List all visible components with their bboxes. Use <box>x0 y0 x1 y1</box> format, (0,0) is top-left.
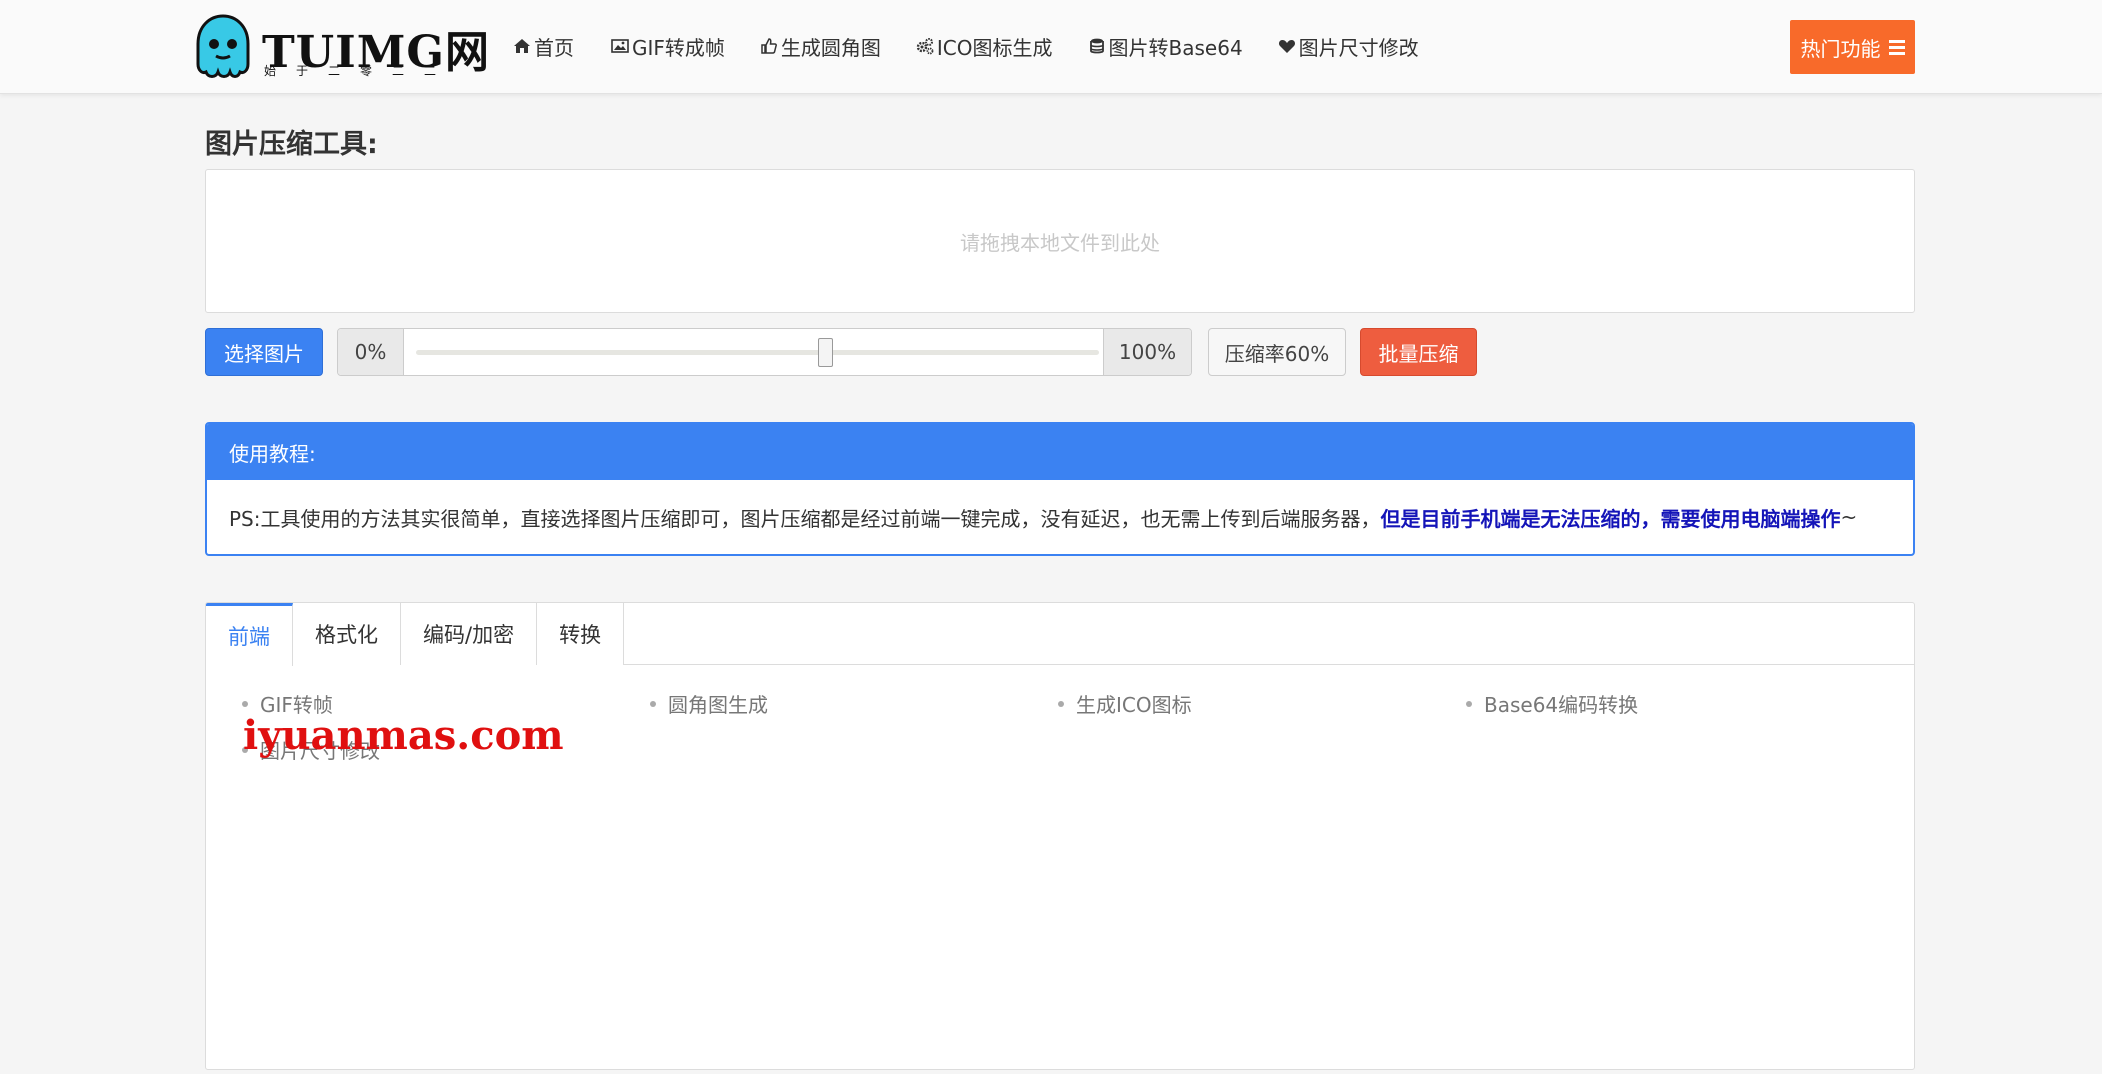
nav-image-base64-label: 图片转Base64 <box>1108 35 1243 60</box>
compression-controls: 选择图片 0% 100% 压缩率60% 批量压缩 <box>205 327 1915 377</box>
thumbs-up-icon <box>759 36 779 56</box>
logo-subtitle: 始于二零二二 <box>264 64 457 78</box>
nav-rounded-image[interactable]: 生成圆角图 <box>759 30 881 62</box>
nav-home[interactable]: 首页 <box>512 30 574 62</box>
nav-home-label: 首页 <box>534 35 574 60</box>
tab-format[interactable]: 格式化 <box>293 603 401 665</box>
image-icon <box>610 36 630 56</box>
batch-compress-button[interactable]: 批量压缩 <box>1360 328 1477 376</box>
bullet-icon <box>1058 700 1064 707</box>
compression-ratio-display: 压缩率60% <box>1208 328 1346 376</box>
slider-min-label: 0% <box>338 329 404 375</box>
tutorial-panel: 使用教程: PS:工具使用的方法其实很简单，直接选择图片压缩即可，图片压缩都是经… <box>205 422 1915 556</box>
tutorial-text: PS:工具使用的方法其实很简单，直接选择图片压缩即可，图片压缩都是经过前端一键完… <box>229 506 1381 531</box>
site-logo[interactable]: TUIMG网 始于二零二二 <box>192 14 489 80</box>
tool-link-label: 圆角图生成 <box>668 693 768 717</box>
nav-gif-frames-label: GIF转成帧 <box>632 35 725 60</box>
tool-link-ico[interactable]: 生成ICO图标 <box>1058 689 1192 718</box>
slider-max-label: 100% <box>1103 329 1191 375</box>
hot-features-label: 热门功能 <box>1800 36 1881 61</box>
nav-image-resize[interactable]: 图片尺寸修改 <box>1277 30 1419 62</box>
dropzone-placeholder: 请拖拽本地文件到此处 <box>960 230 1160 255</box>
tab-encode-encrypt[interactable]: 编码/加密 <box>401 603 538 665</box>
hot-features-button[interactable]: 热门功能 <box>1790 20 1915 74</box>
tool-link-label: Base64编码转换 <box>1484 693 1639 717</box>
tool-link-base64[interactable]: Base64编码转换 <box>1466 689 1638 718</box>
octopus-logo-icon <box>196 14 250 78</box>
tutorial-highlight: 但是目前手机端是无法压缩的，需要使用电脑端操作 <box>1380 506 1841 531</box>
nav-ico-generator[interactable]: ICO图标生成 <box>915 30 1053 62</box>
tab-bar: 前端 格式化 编码/加密 转换 <box>206 603 1914 666</box>
nav-image-base64[interactable]: 图片转Base64 <box>1087 30 1243 62</box>
database-icon <box>1087 36 1107 56</box>
bullet-icon <box>1466 700 1472 707</box>
tools-tabs-panel: 前端 格式化 编码/加密 转换 GIF转帧 圆角图生成 生成ICO图标 Base… <box>205 602 1915 1070</box>
tutorial-suffix: ~ <box>1840 505 1858 529</box>
tool-link-rounded-image[interactable]: 圆角图生成 <box>650 689 768 718</box>
top-header: TUIMG网 始于二零二二 首页 GIF转成帧 生成圆角图 ICO图标生成 图片… <box>0 0 2102 94</box>
page-title: 图片压缩工具: <box>205 129 378 160</box>
file-dropzone[interactable]: 请拖拽本地文件到此处 <box>205 169 1915 313</box>
heart-icon <box>1277 36 1297 56</box>
tutorial-title: 使用教程: <box>207 424 1913 480</box>
tutorial-body: PS:工具使用的方法其实很简单，直接选择图片压缩即可，图片压缩都是经过前端一键完… <box>207 480 1913 554</box>
menu-bars-icon <box>1888 39 1905 55</box>
tool-link-label: 生成ICO图标 <box>1076 693 1192 717</box>
home-icon <box>512 36 532 56</box>
nav-image-resize-label: 图片尺寸修改 <box>1298 35 1419 60</box>
select-image-button[interactable]: 选择图片 <box>205 328 323 376</box>
bullet-icon <box>650 700 656 707</box>
tab-frontend[interactable]: 前端 <box>206 603 293 666</box>
tab-convert[interactable]: 转换 <box>537 603 625 665</box>
compression-slider-group: 0% 100% <box>337 328 1192 376</box>
gears-icon <box>915 36 935 56</box>
slider-thumb[interactable] <box>818 338 834 367</box>
bullet-icon <box>242 700 248 707</box>
nav-gif-frames[interactable]: GIF转成帧 <box>610 30 725 62</box>
slider-track[interactable] <box>416 350 1099 355</box>
main-nav: 首页 GIF转成帧 生成圆角图 ICO图标生成 图片转Base64 图片尺寸修改 <box>512 30 1419 62</box>
nav-ico-generator-label: ICO图标生成 <box>936 35 1053 60</box>
watermark-text: iyuanmas.com <box>243 712 564 759</box>
nav-rounded-image-label: 生成圆角图 <box>780 35 881 60</box>
